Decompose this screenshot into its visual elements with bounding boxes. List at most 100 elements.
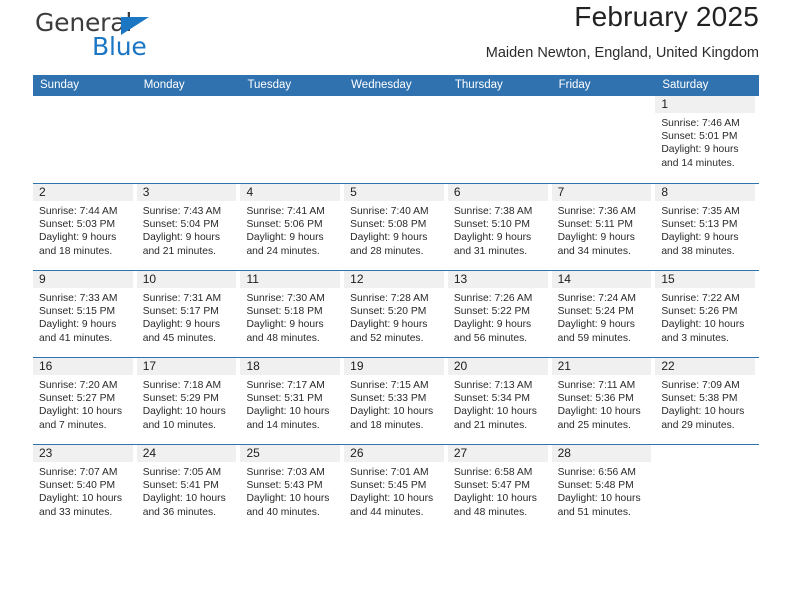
daylight-text: Daylight: 9 hours and 21 minutes.: [142, 232, 220, 257]
calendar-day-cell[interactable]: 20 Sunrise: 7:13 AM Sunset: 5:34 PM Dayligh…: [447, 358, 552, 444]
day-number: 19: [344, 358, 444, 375]
calendar-weeks: 1 Sunrise: 7:46 AM Sunset: 5:01 PM Daylight…: [33, 96, 759, 531]
sunrise-text: Sunrise: 7:35 AM: [661, 206, 740, 217]
sunset-text: Sunset: 5:33 PM: [350, 393, 427, 405]
sunset-text: Sunset: 5:22 PM: [453, 306, 531, 318]
day-number: [137, 96, 237, 113]
day-sun-info: Sunrise: 7:46 AM Sunset: 5:01 PM Daylight:…: [655, 113, 755, 170]
sunrise-text: Sunrise: 7:33 AM: [39, 293, 118, 304]
daylight-text: Daylight: 10 hours and 36 minutes.: [142, 493, 226, 518]
calendar-day-empty: [448, 96, 552, 183]
calendar-day-cell[interactable]: 28 Sunrise: 6:56 AM Sunset: 5:48 PM Dayligh…: [551, 445, 656, 531]
calendar-day-cell[interactable]: 11 Sunrise: 7:30 AM Sunset: 5:18 PM Dayligh…: [240, 271, 344, 357]
day-sun-info: Sunrise: 7:15 AM Sunset: 5:33 PM Daylight:…: [344, 375, 444, 432]
calendar-day-cell[interactable]: 24 Sunrise: 7:05 AM Sunset: 5:41 PM Dayligh…: [136, 445, 241, 531]
calendar-day-cell[interactable]: 26 Sunrise: 7:01 AM Sunset: 5:45 PM Dayligh…: [344, 445, 448, 531]
calendar-day-cell[interactable]: 27 Sunrise: 6:58 AM Sunset: 5:47 PM Dayligh…: [447, 445, 552, 531]
calendar-day-cell[interactable]: 8 Sunrise: 7:35 AM Sunset: 5:13 PM Daylight…: [655, 184, 759, 270]
day-sun-info: Sunrise: 7:33 AM Sunset: 5:15 PM Daylight:…: [33, 288, 133, 345]
calendar-day-cell[interactable]: 1 Sunrise: 7:46 AM Sunset: 5:01 PM Daylight…: [655, 96, 759, 183]
calendar-day-cell[interactable]: 16 Sunrise: 7:20 AM Sunset: 5:27 PM Dayligh…: [33, 358, 137, 444]
calendar-day-cell[interactable]: 22 Sunrise: 7:09 AM Sunset: 5:38 PM Dayligh…: [655, 358, 759, 444]
calendar-day-cell[interactable]: 17 Sunrise: 7:18 AM Sunset: 5:29 PM Dayligh…: [136, 358, 241, 444]
calendar-day-cell[interactable]: 6 Sunrise: 7:38 AM Sunset: 5:10 PM Daylight…: [447, 184, 552, 270]
sunset-text: Sunset: 5:40 PM: [39, 480, 116, 492]
daylight-text: Daylight: 9 hours and 41 minutes.: [39, 319, 117, 344]
sunset-text: Sunset: 5:41 PM: [142, 480, 219, 492]
day-number: 20: [447, 358, 548, 375]
sunrise-text: Sunrise: 7:44 AM: [39, 206, 118, 217]
day-number: 2: [33, 184, 133, 201]
calendar-day-cell[interactable]: 2 Sunrise: 7:44 AM Sunset: 5:03 PM Daylight…: [33, 184, 137, 270]
calendar-day-cell[interactable]: 5 Sunrise: 7:40 AM Sunset: 5:08 PM Daylight…: [344, 184, 448, 270]
calendar-week-row: 2 Sunrise: 7:44 AM Sunset: 5:03 PM Daylight…: [33, 183, 759, 270]
day-number: 13: [447, 271, 548, 288]
day-number: 25: [240, 445, 341, 462]
sunrise-text: Sunrise: 7:22 AM: [661, 293, 740, 304]
calendar-day-cell[interactable]: 9 Sunrise: 7:33 AM Sunset: 5:15 PM Daylight…: [33, 271, 137, 357]
daylight-text: Daylight: 9 hours and 52 minutes.: [350, 319, 428, 344]
calendar-week-row: 16 Sunrise: 7:20 AM Sunset: 5:27 PM Dayligh…: [33, 357, 759, 444]
daylight-text: Daylight: 9 hours and 18 minutes.: [39, 232, 117, 257]
day-number: 22: [655, 358, 756, 375]
day-sun-info: Sunrise: 7:17 AM Sunset: 5:31 PM Daylight:…: [240, 375, 340, 432]
day-number: 24: [136, 445, 237, 462]
calendar-day-cell[interactable]: 19 Sunrise: 7:15 AM Sunset: 5:33 PM Dayligh…: [344, 358, 448, 444]
calendar-day-cell[interactable]: 15 Sunrise: 7:22 AM Sunset: 5:26 PM Dayligh…: [655, 271, 759, 357]
sunrise-text: Sunrise: 6:56 AM: [557, 467, 637, 478]
day-sun-info: Sunrise: 7:11 AM Sunset: 5:36 PM Daylight:…: [552, 375, 652, 432]
day-sun-info: Sunrise: 7:31 AM Sunset: 5:17 PM Daylight:…: [137, 288, 237, 345]
day-sun-info: Sunrise: 7:07 AM Sunset: 5:40 PM Daylight:…: [33, 462, 133, 519]
calendar-day-cell[interactable]: 18 Sunrise: 7:17 AM Sunset: 5:31 PM Dayligh…: [240, 358, 344, 444]
sunrise-text: Sunrise: 7:40 AM: [350, 206, 429, 217]
weekday-monday: Monday: [143, 79, 185, 91]
sunset-text: Sunset: 5:08 PM: [350, 219, 427, 231]
daylight-text: Daylight: 10 hours and 18 minutes.: [350, 406, 434, 431]
calendar-day-cell[interactable]: 7 Sunrise: 7:36 AM Sunset: 5:11 PM Daylight…: [551, 184, 656, 270]
page-title: February 2025: [574, 1, 759, 32]
sunset-text: Sunset: 5:48 PM: [557, 480, 634, 492]
day-sun-info: Sunrise: 7:35 AM Sunset: 5:13 PM Daylight:…: [655, 201, 755, 258]
sunrise-text: Sunrise: 7:01 AM: [350, 467, 429, 478]
day-number: 11: [240, 271, 341, 288]
calendar-day-cell[interactable]: 3 Sunrise: 7:43 AM Sunset: 5:04 PM Daylight…: [136, 184, 241, 270]
generalblue-logo: General Blue: [35, 8, 215, 64]
sunrise-text: Sunrise: 7:18 AM: [142, 380, 222, 391]
sunrise-text: Sunrise: 7:31 AM: [142, 293, 222, 304]
calendar-day-cell[interactable]: 21 Sunrise: 7:11 AM Sunset: 5:36 PM Dayligh…: [551, 358, 656, 444]
day-sun-info: Sunrise: 7:44 AM Sunset: 5:03 PM Daylight:…: [33, 201, 133, 258]
sunrise-text: Sunrise: 7:07 AM: [39, 467, 118, 478]
day-sun-info: Sunrise: 7:38 AM Sunset: 5:10 PM Daylight:…: [448, 201, 548, 258]
sunset-text: Sunset: 5:13 PM: [661, 219, 738, 231]
day-sun-info: Sunrise: 7:01 AM Sunset: 5:45 PM Daylight:…: [344, 462, 444, 519]
sunset-text: Sunset: 5:47 PM: [453, 480, 531, 492]
day-sun-info: Sunrise: 7:28 AM Sunset: 5:20 PM Daylight:…: [344, 288, 444, 345]
daylight-text: Daylight: 9 hours and 28 minutes.: [350, 232, 428, 257]
day-sun-info: Sunrise: 7:03 AM Sunset: 5:43 PM Daylight:…: [240, 462, 340, 519]
day-sun-info: Sunrise: 7:41 AM Sunset: 5:06 PM Daylight:…: [240, 201, 340, 258]
calendar-day-cell[interactable]: 10 Sunrise: 7:31 AM Sunset: 5:17 PM Dayligh…: [136, 271, 241, 357]
sunset-text: Sunset: 5:17 PM: [142, 306, 219, 318]
calendar-day-cell[interactable]: 14 Sunrise: 7:24 AM Sunset: 5:24 PM Dayligh…: [551, 271, 656, 357]
sunset-text: Sunset: 5:31 PM: [246, 393, 323, 405]
sunrise-text: Sunrise: 7:43 AM: [142, 206, 222, 217]
sunset-text: Sunset: 5:36 PM: [557, 393, 634, 405]
day-number: 16: [33, 358, 133, 375]
daylight-text: Daylight: 10 hours and 44 minutes.: [350, 493, 434, 518]
sunset-text: Sunset: 5:26 PM: [661, 306, 738, 318]
calendar-day-cell[interactable]: 23 Sunrise: 7:07 AM Sunset: 5:40 PM Dayligh…: [33, 445, 137, 531]
day-number: 28: [551, 445, 652, 462]
calendar-page: General Blue February 2025 Maiden Newton…: [0, 0, 792, 612]
weekday-friday: Friday: [558, 79, 591, 91]
sunset-text: Sunset: 5:06 PM: [246, 219, 323, 231]
calendar-day-cell[interactable]: 4 Sunrise: 7:41 AM Sunset: 5:06 PM Daylight…: [240, 184, 344, 270]
calendar-day-cell[interactable]: 25 Sunrise: 7:03 AM Sunset: 5:43 PM Dayligh…: [240, 445, 344, 531]
weekday-sunday: Sunday: [40, 79, 80, 91]
calendar-day-cell[interactable]: 12 Sunrise: 7:28 AM Sunset: 5:20 PM Dayligh…: [344, 271, 448, 357]
daylight-text: Daylight: 10 hours and 25 minutes.: [557, 406, 641, 431]
calendar-day-cell[interactable]: 13 Sunrise: 7:26 AM Sunset: 5:22 PM Dayligh…: [447, 271, 552, 357]
day-number: 3: [136, 184, 237, 201]
sunrise-text: Sunrise: 6:58 AM: [453, 467, 533, 478]
day-sun-info: Sunrise: 6:56 AM Sunset: 5:48 PM Daylight:…: [552, 462, 652, 519]
day-number: 5: [344, 184, 444, 201]
